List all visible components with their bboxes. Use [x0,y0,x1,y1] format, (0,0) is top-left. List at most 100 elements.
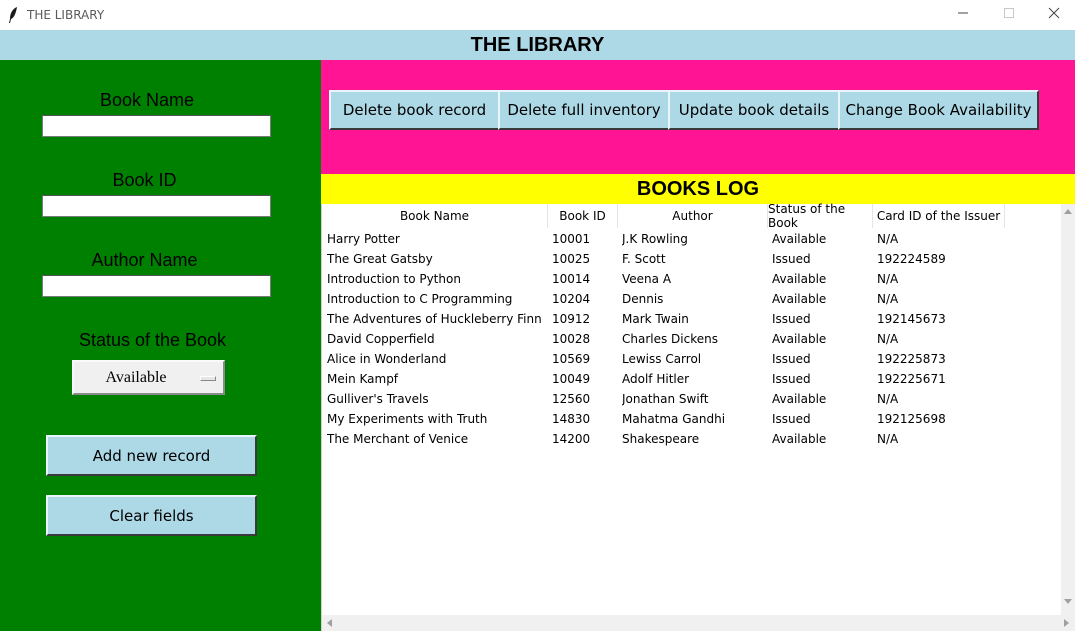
column-header-author[interactable]: Author [618,204,768,228]
cell-card-id: N/A [877,232,899,246]
actions-panel: Delete book record Delete full inventory… [321,60,1075,174]
vertical-scrollbar[interactable] [1061,204,1075,615]
scroll-left-icon[interactable] [327,619,332,627]
cell-status: Available [772,272,827,286]
cell-card-id: N/A [877,272,899,286]
cell-author: Shakespeare [622,432,700,446]
cell-status: Issued [772,252,811,266]
cell-author: Mahatma Gandhi [622,412,726,426]
cell-status: Available [772,292,827,306]
cell-book-id: 14200 [552,432,591,446]
cell-book-name: Harry Potter [327,232,400,246]
cell-book-name: The Great Gatsby [327,252,433,266]
window-title: THE LIBRARY [27,8,105,22]
cell-status: Issued [772,372,811,386]
entry-form-panel: Book Name Book ID Author Name Status of … [0,60,321,631]
author-name-input[interactable] [42,275,271,297]
book-name-label: Book Name [99,90,195,110]
book-name-input[interactable] [42,115,271,137]
cell-book-id: 10001 [552,232,591,246]
cell-status: Issued [772,412,811,426]
table-row[interactable]: The Merchant of Venice 14200 Shakespeare Av… [322,429,1061,449]
cell-book-name: My Experiments with Truth [327,412,488,426]
table-row[interactable]: Gulliver's Travels 12560 Jonathan Swift Ava… [322,389,1061,409]
cell-book-name: Gulliver's Travels [327,392,429,406]
window-titlebar: THE LIBRARY [0,0,1075,30]
maximize-button[interactable] [986,0,1032,30]
change-availability-button[interactable]: Change Book Availability [838,90,1039,130]
table-row[interactable]: My Experiments with Truth 14830 Mahatma Ga… [322,409,1061,429]
cell-author: Veena A [622,272,672,286]
cell-card-id: 192225873 [877,352,946,366]
cell-status: Issued [772,312,811,326]
status-selected-value: Available [105,369,167,386]
cell-author: Lewiss Carrol [622,352,702,366]
book-id-input[interactable] [42,195,271,217]
horizontal-scrollbar[interactable] [322,615,1075,631]
update-book-details-button[interactable]: Update book details [668,90,840,130]
cell-card-id: N/A [877,292,899,306]
cell-book-name: Introduction to C Programming [327,292,513,306]
cell-book-id: 12560 [552,392,591,406]
maximize-icon [1003,6,1015,24]
add-record-button[interactable]: Add new record [46,435,257,476]
column-header-card-id[interactable]: Card ID of the Issuer [873,204,1005,228]
dropdown-indicator-icon [200,376,216,381]
scroll-down-icon[interactable] [1064,599,1072,604]
table-row[interactable]: The Great Gatsby 10025 F. Scott Issued 19222… [322,249,1061,269]
cell-author: Jonathan Swift [622,392,709,406]
table-row[interactable]: David Copperfield 10028 Charles Dickens Ava… [322,329,1061,349]
cell-book-id: 10912 [552,312,591,326]
books-log-title: BOOKS LOG [636,178,760,200]
cell-book-name: David Copperfield [327,332,435,346]
table-row[interactable]: The Adventures of Huckleberry Finn 10912 M… [322,309,1061,329]
cell-book-name: The Adventures of Huckleberry Finn [327,312,542,326]
cell-card-id: N/A [877,392,899,406]
cell-book-id: 14830 [552,412,591,426]
cell-book-name: Mein Kampf [327,372,399,386]
close-icon [1048,6,1060,24]
book-id-label: Book ID [112,170,177,190]
cell-card-id: 192224589 [877,252,946,266]
cell-book-name: The Merchant of Venice [327,432,469,446]
cell-status: Issued [772,352,811,366]
minimize-icon [957,6,969,24]
status-label: Status of the Book [78,330,227,350]
cell-card-id: 192125698 [877,412,946,426]
column-header-book-id[interactable]: Book ID [548,204,618,228]
cell-author: Mark Twain [622,312,689,326]
scroll-up-icon[interactable] [1064,209,1072,214]
table-row[interactable]: Harry Potter 10001 J.K Rowling Available N/A [322,229,1061,249]
cell-card-id: 192145673 [877,312,946,326]
cell-author: F. Scott [622,252,666,266]
close-button[interactable] [1031,0,1075,30]
cell-author: J.K Rowling [622,232,688,246]
scroll-right-icon[interactable] [1064,619,1069,627]
delete-book-record-button[interactable]: Delete book record [329,90,500,130]
column-header-book-name[interactable]: Book Name [322,204,548,228]
cell-card-id: N/A [877,332,899,346]
table-row[interactable]: Alice in Wonderland 10569 Lewiss Carrol Iss… [322,349,1061,369]
table-row[interactable]: Introduction to Python 10014 Veena A Availa… [322,269,1061,289]
status-dropdown[interactable]: Available [72,360,225,395]
table-row[interactable]: Introduction to C Programming 10204 Dennis… [322,289,1061,309]
cell-book-name: Alice in Wonderland [327,352,447,366]
delete-full-inventory-button[interactable]: Delete full inventory [498,90,670,130]
minimize-button[interactable] [940,0,986,30]
table-row[interactable]: Mein Kampf 10049 Adolf Hitler Issued 1922256… [322,369,1061,389]
books-log-header: BOOKS LOG [321,174,1075,204]
cell-book-name: Introduction to Python [327,272,461,286]
column-header-status[interactable]: Status of the Book [768,202,873,230]
cell-author: Charles Dickens [622,332,718,346]
clear-fields-button[interactable]: Clear fields [46,495,257,536]
author-name-label: Author Name [91,250,198,270]
cell-book-id: 10049 [552,372,591,386]
cell-book-id: 10569 [552,352,591,366]
app-title: THE LIBRARY [470,34,605,56]
cell-status: Available [772,392,827,406]
table-header: Book Name Book ID Author Status of the B… [322,202,1061,230]
cell-status: Available [772,432,827,446]
app-header: THE LIBRARY [0,30,1075,60]
books-table[interactable]: Book Name Book ID Author Status of the B… [321,202,1075,631]
cell-author: Dennis [622,292,664,306]
